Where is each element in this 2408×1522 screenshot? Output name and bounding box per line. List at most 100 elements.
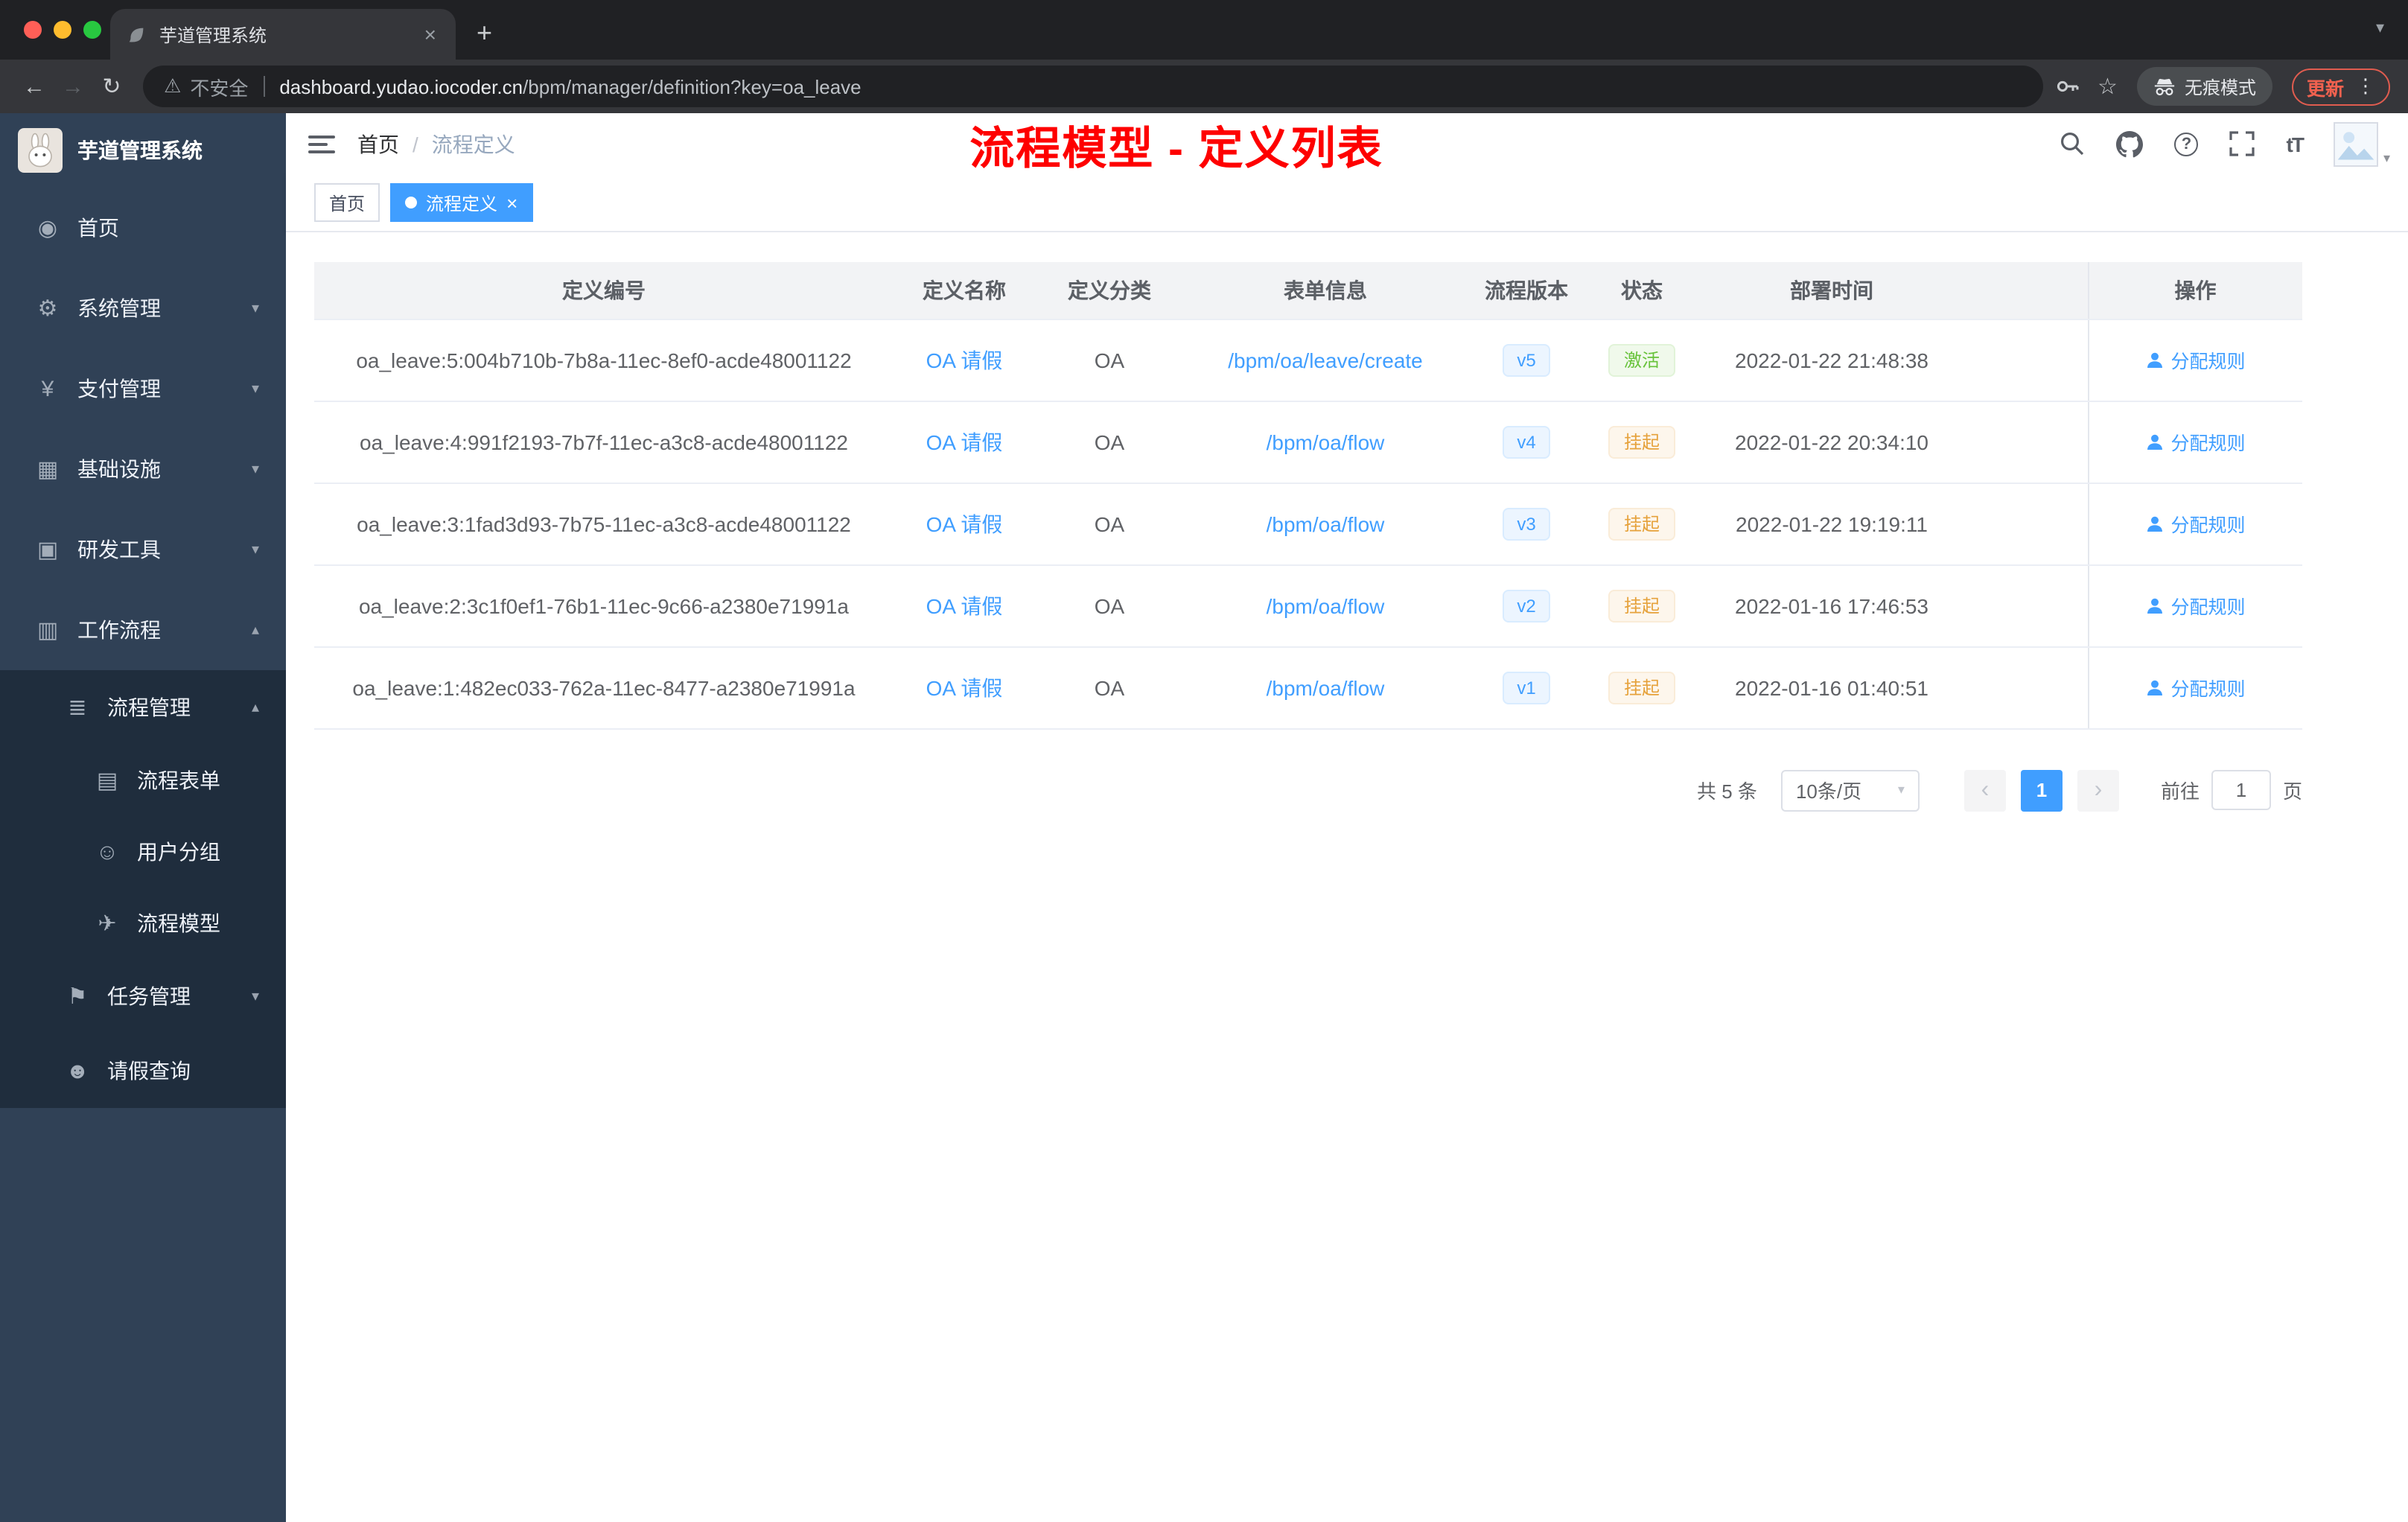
assign-rule-label: 分配规则 [2170,351,2246,372]
col-definition-name: 定义名称 [894,262,1035,319]
fullscreen-icon[interactable] [2229,131,2255,156]
col-status: 状态 [1586,262,1698,319]
security-indicator[interactable]: ⚠ 不安全 [164,72,248,101]
tag-close-icon[interactable]: × [506,191,517,214]
definition-name-link[interactable]: OA 请假 [926,593,1003,617]
cell-action: 分配规则 [2087,483,2302,565]
cell-version: v5 [1467,319,1586,401]
assign-rule-button[interactable]: 分配规则 [2145,591,2246,620]
browser-menu-icon[interactable]: ⋮ [2356,74,2375,98]
github-icon[interactable] [2116,130,2144,157]
definition-table: 定义编号 定义名称 定义分类 表单信息 流程版本 状态 部署时间 操作 oa_l… [314,262,2302,729]
url-bar[interactable]: ⚠ 不安全 dashboard.yudao.iocoder.cn /bpm/ma… [143,66,2043,107]
tab-search-chevron-icon[interactable]: ▾ [2376,18,2384,37]
person-icon: ☻ [66,1058,89,1083]
new-tab-button[interactable]: + [477,18,492,49]
sidebar-item-workflow[interactable]: ▥ 工作流程 ▴ [0,590,286,670]
sidebar-collapse-button[interactable] [286,133,357,154]
breadcrumb-home[interactable]: 首页 [357,129,399,159]
assign-rule-button[interactable]: 分配规则 [2145,346,2246,374]
content-area: 定义编号 定义名称 定义分类 表单信息 流程版本 状态 部署时间 操作 oa_l… [286,232,2408,1522]
current-page-button[interactable]: 1 [2020,769,2063,811]
sidebar-item-payment[interactable]: ¥ 支付管理 ▾ [0,348,286,429]
user-avatar[interactable]: ▾ [2334,121,2390,166]
warning-icon: ⚠ [164,74,182,97]
cell-time: 2022-01-22 21:48:38 [1698,319,1966,401]
document-icon: ▤ [96,768,118,794]
sidebar-item-label: 首页 [77,216,119,240]
list-icon: ≣ [68,695,87,721]
search-icon[interactable] [2060,131,2086,156]
update-button[interactable]: 更新 ⋮ [2291,68,2390,105]
sidebar-item-label: 任务管理 [107,984,191,1008]
definition-name-link[interactable]: OA 请假 [926,675,1003,699]
table-header-row: 定义编号 定义名称 定义分类 表单信息 流程版本 状态 部署时间 操作 [314,262,2302,319]
assign-rule-button[interactable]: 分配规则 [2145,427,2246,456]
forward-button[interactable]: → [54,74,92,99]
help-icon[interactable]: ? [2174,132,2199,156]
goto-prefix-label: 前往 [2160,780,2200,803]
form-link[interactable]: /bpm/oa/flow [1267,512,1385,535]
cell-version: v2 [1467,564,1586,647]
sidebar-item-devtools[interactable]: ▣ 研发工具 ▾ [0,509,286,590]
cell-form: /bpm/oa/flow [1184,401,1467,483]
close-window-button[interactable] [24,21,42,39]
sidebar-item-process-form[interactable]: ▤ 流程表单 [0,745,286,816]
tab-close-icon[interactable]: × [420,22,441,46]
browser-tab-strip: 芋道管理系统 × + ▾ [0,0,2408,60]
cell-filler [1966,319,2088,401]
breadcrumb-separator: / [413,132,418,156]
font-size-icon[interactable]: tT [2287,132,2305,156]
form-link[interactable]: /bpm/oa/leave/create [1228,348,1423,372]
sidebar-item-label: 请假查询 [107,1059,191,1083]
form-link[interactable]: /bpm/oa/flow [1267,593,1385,617]
minimize-window-button[interactable] [54,21,71,39]
form-link[interactable]: /bpm/oa/flow [1267,675,1385,699]
back-button[interactable]: ← [15,74,54,99]
definition-name-link[interactable]: OA 请假 [926,512,1003,535]
assign-rule-button[interactable]: 分配规则 [2145,673,2246,701]
cell-version: v1 [1467,646,1586,729]
sidebar-item-process-model[interactable]: ✈ 流程模型 [0,888,286,959]
browser-tab[interactable]: 芋道管理系统 × [110,9,456,60]
sidebar-item-process-management[interactable]: ≣ 流程管理 ▴ [0,670,286,745]
col-deploy-time: 部署时间 [1698,262,1966,319]
key-icon[interactable] [2054,74,2078,98]
sidebar-item-label: 研发工具 [77,538,161,561]
chevron-down-icon: ▾ [1897,782,1905,797]
goto-page-input[interactable] [2211,770,2271,810]
cell-version: v4 [1467,401,1586,483]
sidebar-item-leave-query[interactable]: ☻ 请假查询 [0,1034,286,1108]
status-badge: 激活 [1608,343,1675,376]
infrastructure-icon: ▦ [36,457,59,483]
sidebar-item-infrastructure[interactable]: ▦ 基础设施 ▾ [0,429,286,509]
cell-filler [1966,646,2088,729]
cell-time: 2022-01-16 17:46:53 [1698,564,1966,647]
sidebar-item-user-group[interactable]: ☺ 用户分组 [0,816,286,888]
table-row: oa_leave:4:991f2193-7b7f-11ec-a3c8-acde4… [314,401,2302,483]
bookmark-star-icon[interactable]: ☆ [2098,73,2118,100]
zoom-window-button[interactable] [83,21,101,39]
app-window: 芋道管理系统 ◉ 首页 ⚙ 系统管理 ▾ ¥ 支付管理 ▾ ▦ 基础设施 ▾ ▣… [0,113,2408,1522]
logo[interactable]: 芋道管理系统 [0,113,286,188]
definition-name-link[interactable]: OA 请假 [926,348,1003,372]
cell-id: oa_leave:1:482ec033-762a-11ec-8477-a2380… [314,646,894,729]
tag-process-definition[interactable]: 流程定义 × [390,183,533,222]
definition-name-link[interactable]: OA 请假 [926,430,1003,453]
assign-rule-button[interactable]: 分配规则 [2145,509,2246,538]
sidebar-item-system[interactable]: ⚙ 系统管理 ▾ [0,268,286,348]
page-size-select[interactable]: 10条/页 ▾ [1780,769,1920,811]
next-page-button[interactable]: › [2077,769,2119,811]
cell-action: 分配规则 [2087,401,2302,483]
chevron-down-icon: ▾ [251,461,259,477]
gear-icon: ⚙ [37,296,58,322]
form-link[interactable]: /bpm/oa/flow [1267,430,1385,453]
col-action: 操作 [2087,262,2302,319]
active-dot [405,197,418,208]
prev-page-button[interactable]: ‹ [1963,769,2006,811]
sidebar-item-home[interactable]: ◉ 首页 [0,188,286,268]
reload-button[interactable]: ↻ [92,73,131,100]
sidebar-item-task-management[interactable]: ⚑ 任务管理 ▾ [0,959,286,1034]
tag-home[interactable]: 首页 [314,183,380,222]
logo-avatar [18,128,63,173]
